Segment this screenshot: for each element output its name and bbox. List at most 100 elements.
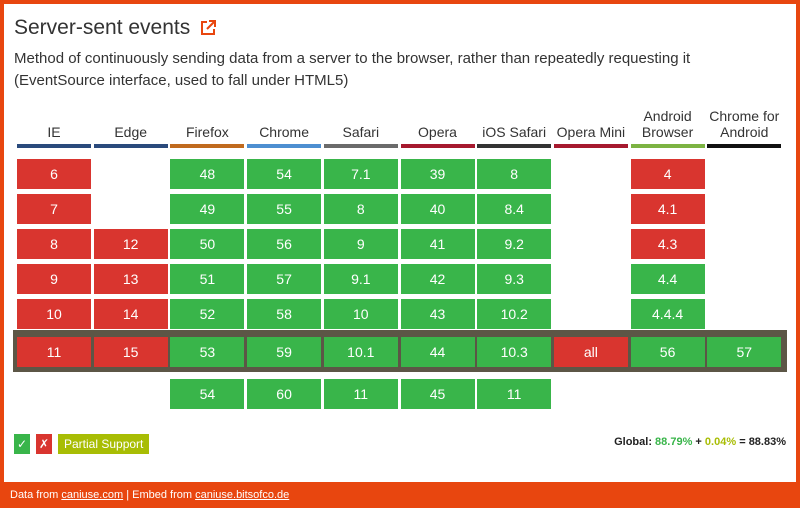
browser-color-bar	[17, 144, 91, 148]
version-cell[interactable]: 54	[170, 379, 245, 409]
version-cell[interactable]: 10	[17, 299, 91, 329]
feature-title: Server-sent events	[14, 16, 191, 39]
browser-header-6: iOS Safari	[477, 104, 552, 148]
footer-embed-prefix: Embed from	[132, 489, 193, 501]
version-cell[interactable]: 52	[170, 299, 245, 329]
version-cell[interactable]: 57	[247, 264, 322, 294]
footer-separator: |	[126, 489, 130, 501]
browser-name: Opera	[418, 124, 457, 140]
browser-color-bar	[707, 144, 782, 148]
version-cell[interactable]: 11	[323, 379, 398, 409]
browser-color-bar	[477, 144, 552, 148]
version-cell[interactable]: 50	[170, 229, 245, 259]
browser-name: Chrome for Android	[709, 108, 780, 140]
browser-header-4: Safari	[323, 104, 398, 148]
global-equals: =	[739, 436, 746, 448]
version-cell[interactable]: 58	[247, 299, 322, 329]
global-total: 88.83%	[748, 436, 786, 448]
external-link-icon[interactable]	[199, 19, 217, 37]
version-cell[interactable]: 60	[247, 379, 322, 409]
version-cell[interactable]: 9.1	[323, 264, 398, 294]
browser-header-1: Edge	[93, 104, 168, 148]
browser-name: IE	[47, 124, 61, 140]
caniuse-link[interactable]: caniuse.com	[61, 489, 123, 501]
browser-name: Safari	[342, 124, 380, 140]
version-cell[interactable]: 8	[17, 229, 91, 259]
browser-name: Edge	[114, 124, 148, 140]
supported-legend-icon: ✓	[14, 434, 30, 454]
browser-name: Android Browser	[641, 108, 694, 140]
version-cell[interactable]: 11	[17, 337, 91, 367]
version-cell[interactable]: 40	[400, 194, 475, 224]
version-cell[interactable]: 10.3	[477, 337, 552, 367]
version-cell[interactable]: all	[553, 337, 628, 367]
browser-color-bar	[630, 144, 705, 148]
browser-header-7: Opera Mini	[553, 104, 628, 148]
version-cell[interactable]: 6	[17, 159, 91, 189]
title-row: Server-sent events	[14, 16, 217, 40]
version-cell[interactable]: 49	[170, 194, 245, 224]
version-cell[interactable]: 11	[477, 379, 552, 409]
version-cell[interactable]: 9	[323, 229, 398, 259]
version-cell[interactable]: 41	[400, 229, 475, 259]
version-cell[interactable]: 7.1	[323, 159, 398, 189]
version-cell[interactable]: 39	[400, 159, 475, 189]
version-cell[interactable]: 9.3	[477, 264, 552, 294]
version-cell[interactable]: 9.2	[477, 229, 552, 259]
browser-header-2: Firefox	[170, 104, 245, 148]
version-cell[interactable]: 15	[93, 337, 168, 367]
bitsofcode-link[interactable]: caniuse.bitsofco.de	[195, 489, 289, 501]
global-label: Global:	[614, 436, 652, 448]
version-cell[interactable]: 54	[247, 159, 322, 189]
version-cell[interactable]: 4	[630, 159, 705, 189]
browser-header-3: Chrome	[247, 104, 322, 148]
version-cell[interactable]: 12	[93, 229, 168, 259]
version-cell[interactable]: 4.3	[630, 229, 705, 259]
version-cell[interactable]: 8	[323, 194, 398, 224]
version-cell[interactable]: 57	[707, 337, 782, 367]
browser-name: Opera Mini	[556, 124, 626, 140]
version-cell[interactable]: 56	[630, 337, 705, 367]
version-cell[interactable]: 4.4	[630, 264, 705, 294]
version-cell[interactable]: 10	[323, 299, 398, 329]
version-cell[interactable]: 4.1	[630, 194, 705, 224]
version-cell[interactable]: 4.4.4	[630, 299, 705, 329]
global-partial: 0.04%	[704, 436, 737, 448]
version-cell[interactable]: 8.4	[477, 194, 552, 224]
browser-color-bar	[553, 144, 628, 148]
browser-name: iOS Safari	[482, 124, 547, 140]
global-usage: Global: 88.79% + 0.04% = 88.83%	[614, 436, 786, 448]
version-cell[interactable]: 13	[93, 264, 168, 294]
global-plus: +	[695, 436, 702, 448]
version-cell[interactable]: 45	[400, 379, 475, 409]
version-cell[interactable]: 42	[400, 264, 475, 294]
global-supported: 88.79%	[655, 436, 693, 448]
footer: Data from caniuse.com | Embed from caniu…	[10, 489, 289, 501]
legend: ✓ ✗ Partial Support	[14, 434, 150, 454]
browser-header-5: Opera	[400, 104, 475, 148]
browser-color-bar	[93, 144, 168, 148]
support-card: Server-sent events Method of continuousl…	[4, 4, 796, 482]
browser-header-9: Chrome for Android	[707, 104, 782, 148]
unsupported-legend-icon: ✗	[36, 434, 52, 454]
browser-name: Chrome	[259, 124, 309, 140]
version-cell[interactable]: 48	[170, 159, 245, 189]
version-cell[interactable]: 10.2	[477, 299, 552, 329]
browser-color-bar	[400, 144, 475, 148]
version-cell[interactable]: 8	[477, 159, 552, 189]
version-cell[interactable]: 56	[247, 229, 322, 259]
version-cell[interactable]: 51	[170, 264, 245, 294]
version-cell[interactable]: 44	[400, 337, 475, 367]
version-cell[interactable]: 10.1	[323, 337, 398, 367]
version-cell[interactable]: 7	[17, 194, 91, 224]
version-cell[interactable]: 59	[247, 337, 322, 367]
partial-support-legend: Partial Support	[58, 434, 150, 454]
browser-color-bar	[247, 144, 322, 148]
version-cell[interactable]: 14	[93, 299, 168, 329]
version-cell[interactable]: 55	[247, 194, 322, 224]
version-cell[interactable]: 53	[170, 337, 245, 367]
version-cell[interactable]: 9	[17, 264, 91, 294]
browser-header-8: Android Browser	[630, 104, 705, 148]
version-cell[interactable]: 43	[400, 299, 475, 329]
browser-header-0: IE	[17, 104, 91, 148]
